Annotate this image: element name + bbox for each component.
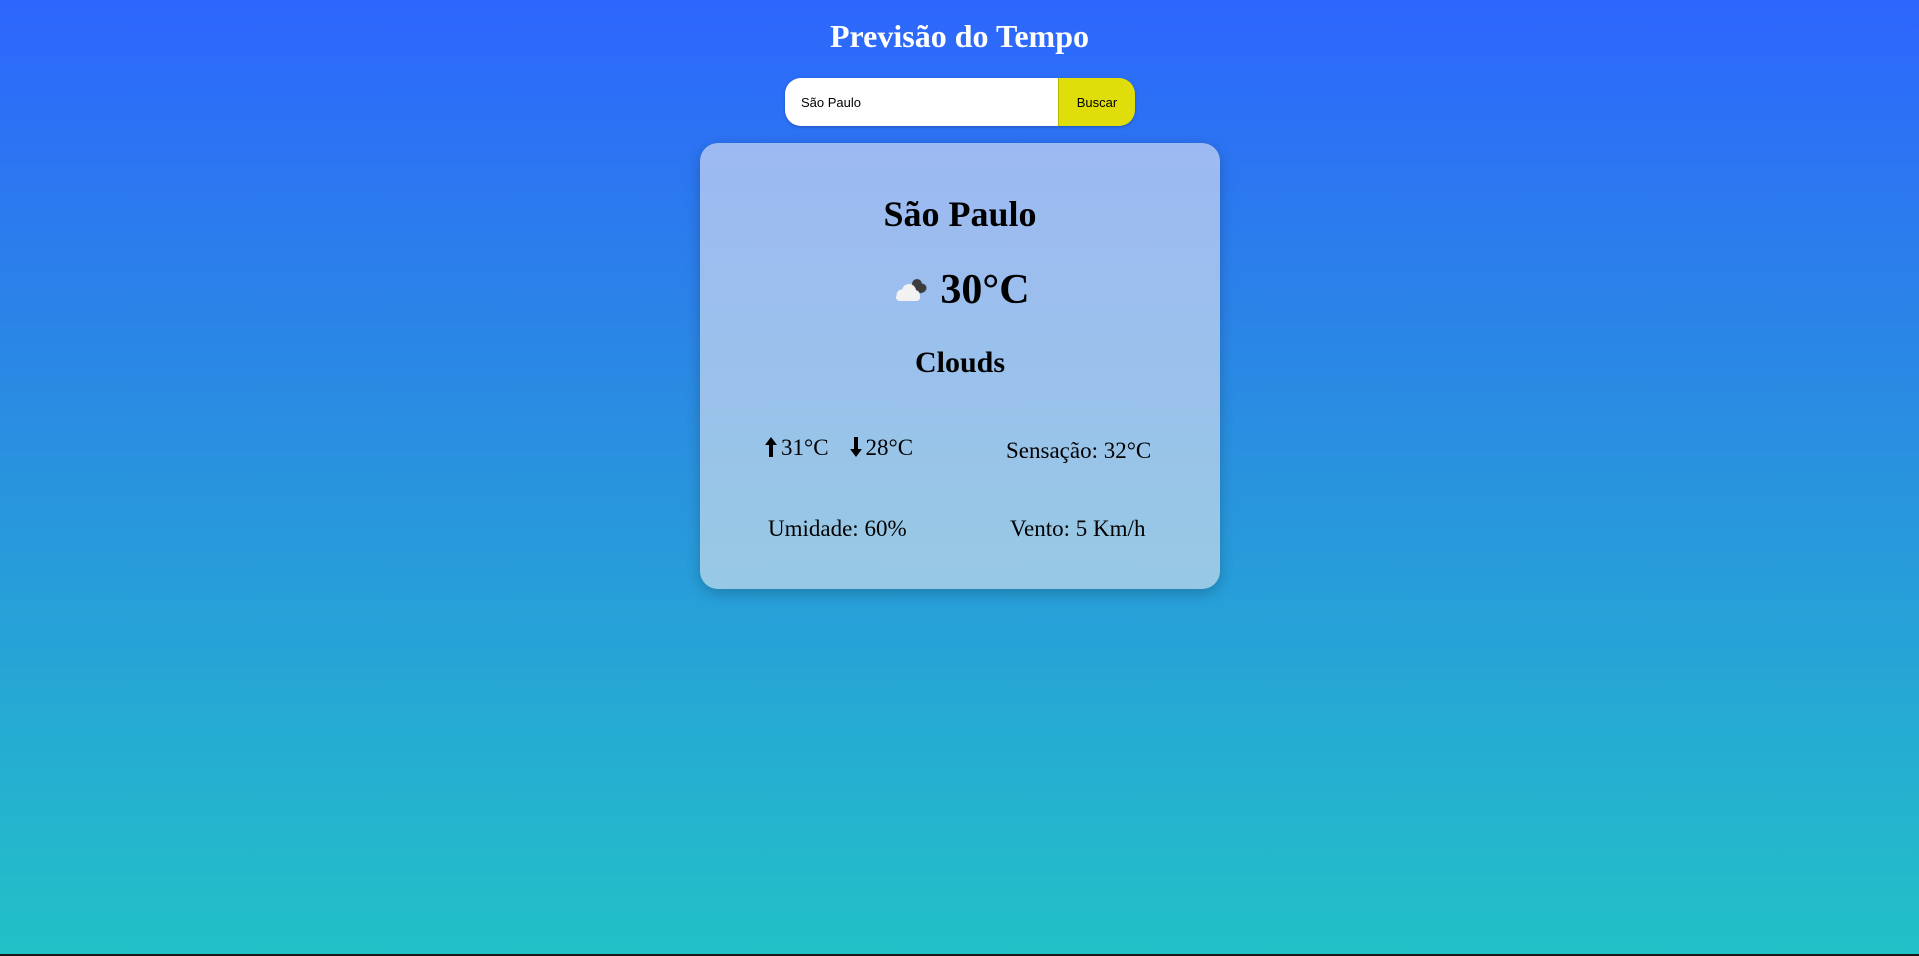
feels-like: Sensação: 32°C [1006, 438, 1152, 463]
page-title: Previsão do Tempo [830, 18, 1089, 54]
search-input[interactable] [785, 78, 1058, 126]
current-temperature: 30°C [940, 267, 1030, 313]
cloud-icon [890, 275, 928, 305]
search-bar: Buscar [785, 78, 1135, 126]
arrow-down-icon [849, 435, 863, 461]
weather-condition: Clouds [914, 346, 1006, 379]
min-max-temperature: 31°C 28°C [764, 435, 913, 461]
max-temperature: 31°C [781, 435, 829, 460]
humidity: Umidade: 60% [768, 516, 907, 541]
search-button[interactable]: Buscar [1058, 78, 1135, 126]
city-name: São Paulo [883, 194, 1037, 234]
weather-card: São Paulo 30°C Clouds 31°C 28°C Sensação… [700, 143, 1220, 589]
temperature-row: 30°C [700, 266, 1220, 314]
min-temperature: 28°C [865, 435, 914, 460]
arrow-up-icon [764, 435, 778, 461]
wind-speed: Vento: 5 Km/h [1010, 516, 1146, 541]
